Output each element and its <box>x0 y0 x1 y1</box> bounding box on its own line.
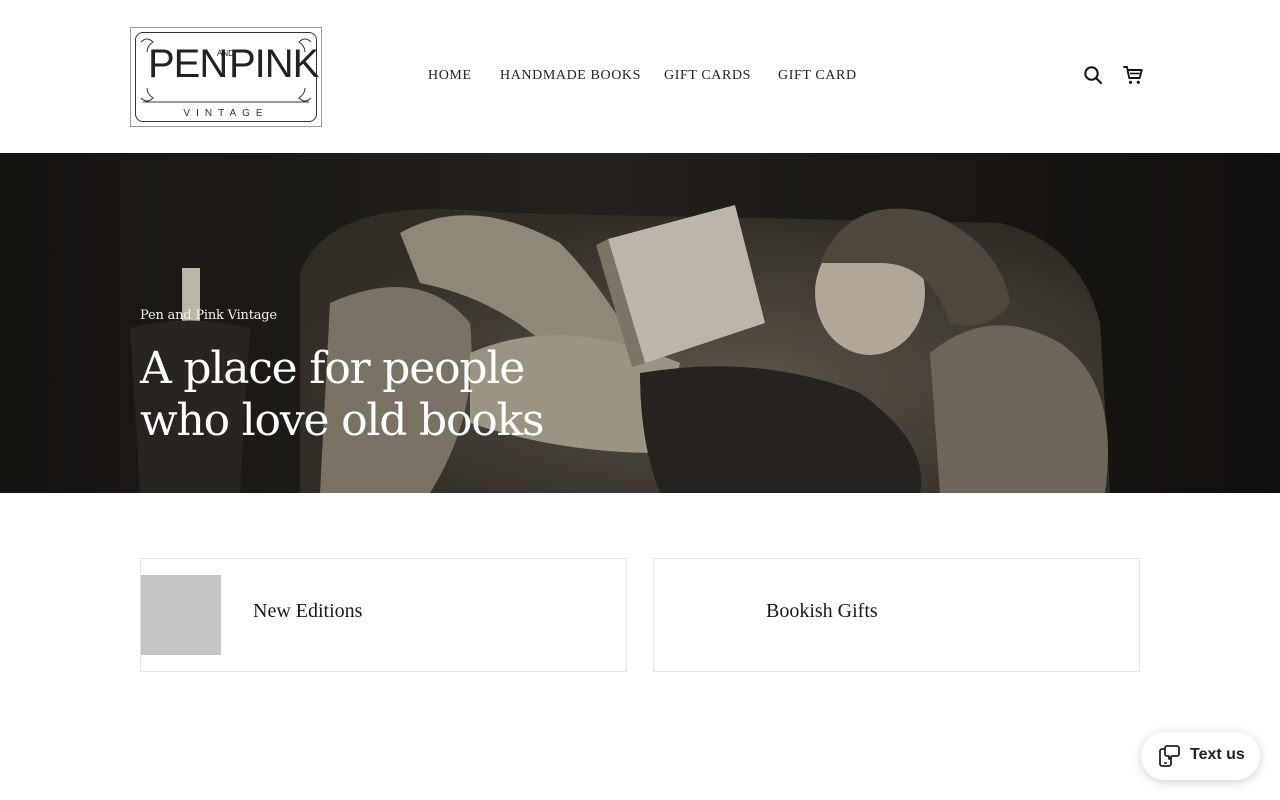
nav-item-home[interactable]: HOME <box>428 67 472 85</box>
site-header: PEN AND PINK VINTAGE HOME HANDMADE BOOKS… <box>0 0 1280 153</box>
logo-word-and: AND <box>217 49 234 58</box>
hero-title-line-2: who love old books <box>140 395 545 446</box>
nav-item-gift-card[interactable]: GIFT CARD <box>778 67 857 85</box>
hero-eyebrow: Pen and Pink Vintage <box>140 308 277 323</box>
collection-card-bookish-gifts[interactable]: Bookish Gifts <box>653 558 1140 672</box>
hero-title-line-1: A place for people <box>140 343 525 394</box>
cart-button[interactable] <box>1122 64 1144 86</box>
collection-label: Bookish Gifts <box>766 600 878 622</box>
logo-word-pink: PINK <box>229 42 319 86</box>
text-us-label: Text us <box>1190 746 1245 763</box>
text-us-button[interactable]: Text us <box>1141 732 1260 780</box>
collection-label: New Editions <box>253 600 363 622</box>
collection-card-new-editions[interactable]: New Editions <box>140 558 627 672</box>
cart-icon <box>1123 66 1143 84</box>
search-icon <box>1084 66 1103 85</box>
nav-item-gift-cards[interactable]: GIFT CARDS <box>664 67 751 85</box>
nav-item-handmade-books[interactable]: HANDMADE BOOKS <box>500 67 641 85</box>
search-button[interactable] <box>1082 64 1104 86</box>
site-logo[interactable]: PEN AND PINK VINTAGE <box>130 27 322 127</box>
logo-word-pen: PEN <box>148 42 228 86</box>
logo-tagline: VINTAGE <box>183 108 269 119</box>
hero-banner: Pen and Pink Vintage A place for people … <box>0 153 1280 493</box>
collection-thumbnail <box>141 575 221 655</box>
phone-chat-icon <box>1159 745 1180 767</box>
hero-title: A place for people who love old books <box>140 343 660 447</box>
